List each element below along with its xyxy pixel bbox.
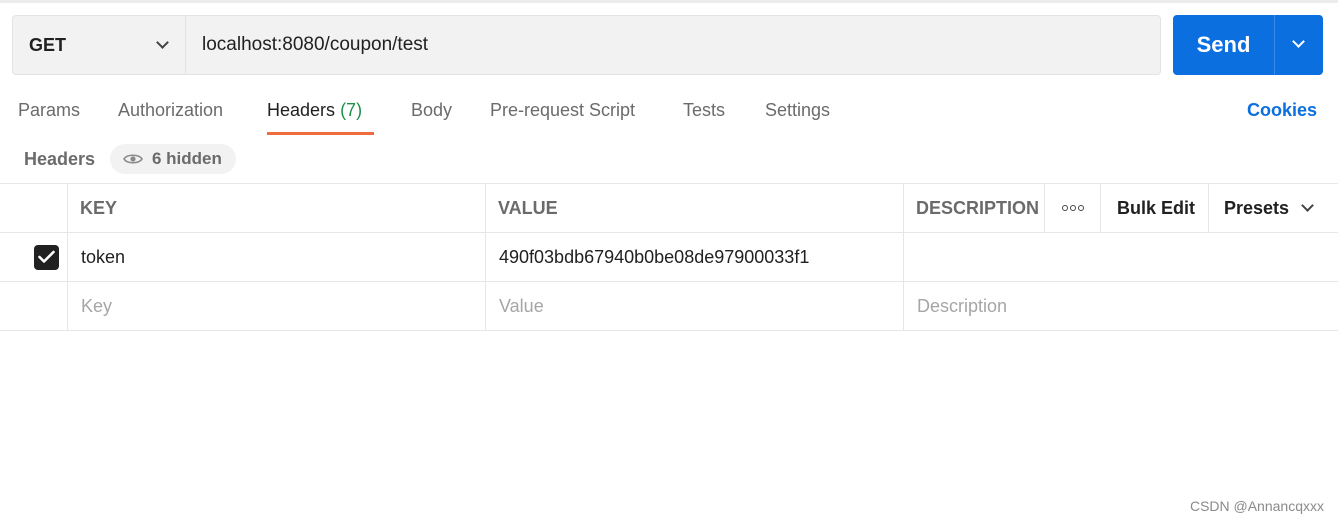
headers-table: KEY VALUE DESCRIPTION Bulk Edit Presets …: [0, 183, 1338, 331]
column-divider: [485, 184, 486, 232]
row-enabled-checkbox[interactable]: [34, 245, 59, 270]
chevron-down-icon: [1301, 198, 1314, 212]
column-divider: [67, 233, 68, 281]
table-row: token 490f03bdb67940b0be08de97900033f1: [0, 233, 1338, 282]
header-value-cell[interactable]: 490f03bdb67940b0be08de97900033f1: [499, 233, 809, 281]
chevron-down-icon: [156, 36, 169, 49]
presets-label: Presets: [1224, 197, 1290, 218]
method-select[interactable]: GET: [13, 16, 186, 74]
more-icon: [1062, 205, 1084, 211]
check-icon: [38, 250, 55, 263]
send-button-group: Send: [1173, 15, 1323, 75]
tab-headers-label: Headers: [267, 100, 336, 120]
column-header-description: DESCRIPTION: [916, 197, 1040, 218]
column-header-key: KEY: [80, 197, 118, 218]
bulk-edit-button[interactable]: Bulk Edit: [1117, 184, 1195, 232]
new-value-input[interactable]: Value: [499, 282, 544, 330]
headers-section-title: Headers: [24, 149, 96, 169]
hidden-count-label: 6 hidden: [152, 149, 222, 168]
tab-authorization[interactable]: Authorization: [118, 100, 223, 121]
column-divider: [67, 282, 68, 330]
request-tabs: Params Authorization Headers (7) Body Pr…: [0, 90, 1338, 135]
send-button[interactable]: Send: [1173, 15, 1274, 75]
eye-icon: [123, 154, 143, 164]
method-label: GET: [29, 34, 67, 55]
column-divider: [1100, 184, 1101, 232]
tab-headers-count: (7): [340, 100, 363, 120]
chevron-down-icon: [1292, 35, 1305, 48]
new-key-input[interactable]: Key: [81, 282, 112, 330]
send-options-button[interactable]: [1275, 15, 1323, 75]
tab-body[interactable]: Body: [411, 100, 452, 121]
tab-prerequest-script[interactable]: Pre-request Script: [490, 100, 635, 121]
request-url-bar: GET: [12, 15, 1161, 75]
tab-tests[interactable]: Tests: [683, 100, 725, 121]
column-divider: [903, 282, 904, 330]
tab-headers[interactable]: Headers (7): [267, 100, 362, 121]
presets-dropdown[interactable]: Presets: [1224, 184, 1314, 232]
hidden-headers-toggle[interactable]: 6 hidden: [110, 144, 236, 174]
cookies-link[interactable]: Cookies: [1247, 100, 1317, 121]
column-divider: [1208, 184, 1209, 232]
active-tab-indicator: [267, 132, 374, 135]
table-row-new: Key Value Description: [0, 282, 1338, 331]
watermark: CSDN @Annancqxxx: [1189, 498, 1324, 514]
column-divider: [903, 184, 904, 232]
column-header-value: VALUE: [498, 197, 558, 218]
column-divider: [485, 233, 486, 281]
header-key-cell[interactable]: token: [81, 233, 125, 281]
column-divider: [903, 233, 904, 281]
column-divider: [67, 184, 68, 232]
table-header-row: KEY VALUE DESCRIPTION Bulk Edit Presets: [0, 183, 1338, 233]
more-options-button[interactable]: [1062, 184, 1084, 232]
column-divider: [1044, 184, 1045, 232]
tab-settings[interactable]: Settings: [765, 100, 830, 121]
new-description-input[interactable]: Description: [917, 282, 1007, 330]
top-divider: [0, 0, 1338, 3]
tab-params[interactable]: Params: [18, 100, 80, 121]
url-input[interactable]: [186, 16, 1160, 74]
column-divider: [485, 282, 486, 330]
